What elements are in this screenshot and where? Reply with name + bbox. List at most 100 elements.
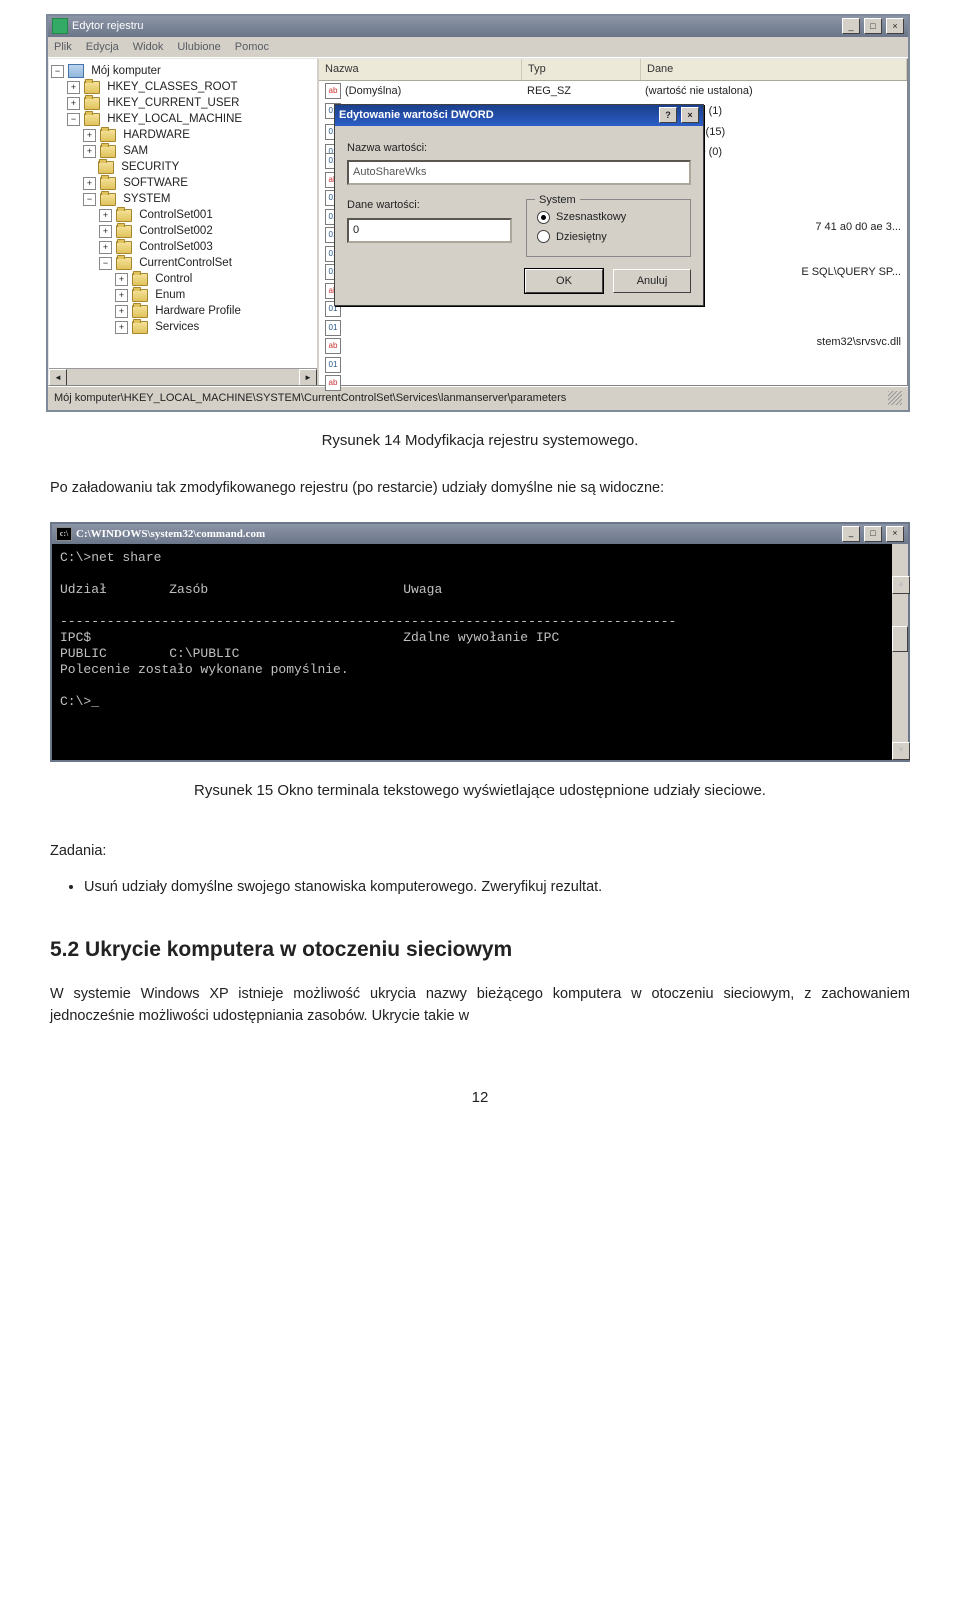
- folder-icon: [132, 305, 148, 318]
- tree-hwprofile[interactable]: Hardware Profile: [155, 303, 241, 319]
- tree-ccs[interactable]: CurrentControlSet: [139, 255, 232, 271]
- folder-icon: [132, 321, 148, 334]
- statusbar: Mój komputer\HKEY_LOCAL_MACHINE\SYSTEM\C…: [48, 386, 908, 410]
- menu-fav[interactable]: Ulubione: [177, 39, 220, 56]
- tree-software[interactable]: SOFTWARE: [123, 175, 188, 191]
- folder-icon: [116, 257, 132, 270]
- console-window: c:\ C:\WINDOWS\system32\command.com _ □ …: [50, 522, 910, 763]
- scroll-right-icon[interactable]: ►: [299, 369, 317, 385]
- name-value-field[interactable]: AutoShareWks: [347, 160, 691, 185]
- regedit-icon: [52, 18, 68, 34]
- folder-icon: [84, 81, 100, 94]
- paragraph: W systemie Windows XP istnieje możliwość…: [50, 984, 910, 1028]
- console-vscrollbar[interactable]: ▲ ▼: [892, 544, 908, 760]
- folder-icon: [100, 145, 116, 158]
- tree-hkcu[interactable]: HKEY_CURRENT_USER: [107, 95, 239, 111]
- peek-data: E SQL\QUERY SP...: [801, 264, 901, 281]
- reg-dword-icon: 01: [325, 320, 341, 336]
- paragraph: Po załadowaniu tak zmodyfikowanego rejes…: [50, 478, 910, 500]
- folder-icon: [100, 129, 116, 142]
- close-button[interactable]: ×: [886, 18, 904, 34]
- scroll-up-icon[interactable]: ▲: [892, 576, 910, 594]
- dialog-title: Edytowanie wartości DWORD: [339, 107, 494, 124]
- scroll-left-icon[interactable]: ◄: [49, 369, 67, 385]
- tree-hklm[interactable]: HKEY_LOCAL_MACHINE: [107, 111, 242, 127]
- reg-sz-icon: ab: [325, 375, 341, 391]
- tree-hscrollbar[interactable]: ◄ ►: [49, 368, 317, 385]
- col-name[interactable]: Nazwa: [319, 59, 522, 80]
- folder-icon: [100, 177, 116, 190]
- folder-icon: [100, 193, 116, 206]
- window-title: Edytor rejestru: [72, 18, 144, 35]
- col-data[interactable]: Dane: [641, 59, 907, 80]
- edit-dword-dialog: Edytowanie wartości DWORD ? × Nazwa wart…: [334, 104, 704, 306]
- task-item: Usuń udziały domyślne swojego stanowiska…: [84, 877, 910, 899]
- figure-caption-14: Rysunek 14 Modyfikacja rejestru systemow…: [50, 430, 910, 453]
- dialog-help-button[interactable]: ?: [659, 107, 677, 123]
- folder-icon: [116, 225, 132, 238]
- radio-hex[interactable]: Szesnastkowy: [537, 209, 680, 226]
- folder-icon: [116, 241, 132, 254]
- ok-button[interactable]: OK: [525, 269, 603, 293]
- tree-hardware[interactable]: HARDWARE: [123, 127, 190, 143]
- maximize-button[interactable]: □: [864, 526, 882, 542]
- tree-services[interactable]: Services: [155, 319, 199, 335]
- system-legend: System: [535, 192, 580, 209]
- tree-cs003[interactable]: ControlSet003: [139, 239, 213, 255]
- resize-grip-icon[interactable]: [888, 391, 902, 405]
- tree-sam[interactable]: SAM: [123, 143, 148, 159]
- col-type[interactable]: Typ: [522, 59, 641, 80]
- data-value-field[interactable]: 0: [347, 218, 512, 243]
- scroll-thumb[interactable]: [892, 626, 908, 652]
- tree-hkcr[interactable]: HKEY_CLASSES_ROOT: [107, 79, 237, 95]
- tasks-heading: Zadania:: [50, 841, 910, 863]
- tree-enum[interactable]: Enum: [155, 287, 185, 303]
- page-number: 12: [50, 1087, 910, 1110]
- folder-icon: [132, 289, 148, 302]
- section-heading: 5.2 Ukrycie komputera w otoczeniu siecio…: [50, 934, 910, 966]
- computer-icon: [68, 64, 84, 78]
- tree-cs001[interactable]: ControlSet001: [139, 207, 213, 223]
- folder-icon: [132, 273, 148, 286]
- regedit-window: Edytor rejestru _ □ × Plik Edycja Widok …: [46, 14, 910, 412]
- tree-control[interactable]: Control: [155, 271, 192, 287]
- folder-icon: [84, 113, 100, 126]
- folder-icon: [116, 209, 132, 222]
- reg-dword-icon: 01: [325, 357, 341, 373]
- radio-dot-icon: [537, 230, 550, 243]
- console-icon: c:\: [56, 527, 72, 541]
- menu-view[interactable]: Widok: [133, 39, 164, 56]
- close-button[interactable]: ×: [886, 526, 904, 542]
- reg-sz-icon: ab: [325, 338, 341, 354]
- minimize-button[interactable]: _: [842, 526, 860, 542]
- tree-system[interactable]: SYSTEM: [123, 191, 170, 207]
- reg-sz-icon: ab: [325, 83, 341, 99]
- dialog-close-button[interactable]: ×: [681, 107, 699, 123]
- peek-data: 7 41 a0 d0 ae 3...: [815, 219, 901, 236]
- cancel-button[interactable]: Anuluj: [613, 269, 691, 293]
- tree-pane[interactable]: − Mój komputer + HKEY_CLASSES_ROOT + HKE…: [49, 59, 319, 385]
- radio-dot-icon: [537, 211, 550, 224]
- menu-edit[interactable]: Edycja: [86, 39, 119, 56]
- minimize-button[interactable]: _: [842, 18, 860, 34]
- tree-root[interactable]: Mój komputer: [91, 63, 161, 79]
- console-body[interactable]: C:\>net share Udział Zasób Uwaga -------…: [52, 544, 908, 760]
- menubar: Plik Edycja Widok Ulubione Pomoc: [48, 37, 908, 59]
- name-label: Nazwa wartości:: [347, 140, 691, 157]
- peek-data: stem32\srvsvc.dll: [817, 334, 901, 351]
- folder-icon: [84, 97, 100, 110]
- maximize-button[interactable]: □: [864, 18, 882, 34]
- regedit-titlebar: Edytor rejestru _ □ ×: [48, 16, 908, 37]
- menu-help[interactable]: Pomoc: [235, 39, 269, 56]
- status-text: Mój komputer\HKEY_LOCAL_MACHINE\SYSTEM\C…: [54, 390, 566, 407]
- folder-icon: [98, 161, 114, 174]
- menu-file[interactable]: Plik: [54, 39, 72, 56]
- tree-security[interactable]: SECURITY: [121, 159, 179, 175]
- figure-caption-15: Rysunek 15 Okno terminala tekstowego wyś…: [50, 780, 910, 803]
- table-row[interactable]: ab(Domyślna) REG_SZ (wartość nie ustalon…: [319, 81, 907, 102]
- console-title: C:\WINDOWS\system32\command.com: [76, 526, 265, 543]
- radio-dec[interactable]: Dziesiętny: [537, 229, 680, 246]
- tree-cs002[interactable]: ControlSet002: [139, 223, 213, 239]
- data-label: Dane wartości:: [347, 197, 512, 214]
- scroll-down-icon[interactable]: ▼: [892, 742, 910, 760]
